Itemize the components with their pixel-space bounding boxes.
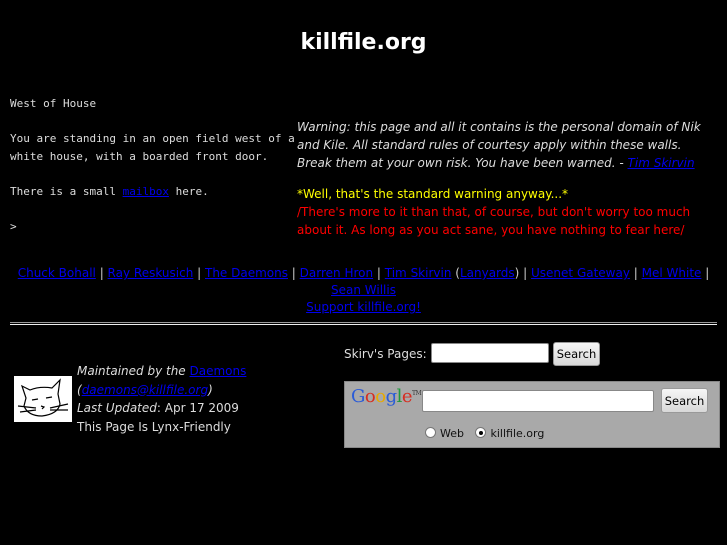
last-updated-value: : Apr 17 2009 — [156, 401, 239, 415]
divider — [10, 322, 717, 325]
people-links: Chuck Bohall | Ray Reskusich | The Daemo… — [17, 266, 710, 314]
skirv-search-input[interactable] — [431, 343, 549, 363]
lynx-note: This Page Is Lynx-Friendly — [77, 419, 231, 434]
command-prompt[interactable]: > — [10, 218, 295, 236]
google-search-button[interactable]: Search — [661, 388, 708, 413]
link-ray-reskusich[interactable]: Ray Reskusich — [108, 266, 194, 280]
google-search-input[interactable] — [422, 390, 654, 412]
skirv-search-button[interactable]: Search — [553, 342, 600, 366]
mailbox-link[interactable]: mailbox — [123, 185, 169, 198]
tim-skirvin-link[interactable]: Tim Skirvin — [628, 156, 695, 170]
radio-web[interactable] — [425, 427, 436, 438]
link-lanyards[interactable]: Lanyards — [460, 266, 515, 280]
link-usenet-gateway[interactable]: Usenet Gateway — [531, 266, 630, 280]
warning-text: Warning: this page and all it contains i… — [297, 120, 701, 170]
red-note: /There's more to it than that, of course… — [297, 205, 691, 237]
google-search-form: GoogleTM Search Web killfile.org — [344, 381, 720, 448]
room-name: West of House — [10, 97, 97, 110]
cat-logo-icon — [13, 375, 73, 423]
radio-killfile[interactable] — [475, 427, 487, 438]
page-title: killfile.org — [300, 30, 427, 55]
support-link[interactable]: Support killfile.org! — [306, 300, 421, 314]
link-tim-skirvin[interactable]: Tim Skirvin — [385, 266, 452, 280]
search-scope: Web killfile.org — [425, 427, 552, 440]
link-sean-willis[interactable]: Sean Willis — [331, 283, 396, 297]
link-mel-white[interactable]: Mel White — [642, 266, 702, 280]
email-link[interactable]: daemons@killfile.org — [82, 383, 208, 397]
link-the-daemons[interactable]: The Daemons — [205, 266, 288, 280]
yellow-note: *Well, that's the standard warning anywa… — [297, 187, 569, 201]
link-chuck-bohall[interactable]: Chuck Bohall — [18, 266, 96, 280]
skirv-search-label: Skirv's Pages: — [344, 347, 427, 361]
warning-panel: Warning: this page and all it contains i… — [297, 118, 717, 239]
last-updated-label: Last Updated — [77, 401, 157, 415]
maintainer-text: Maintained by the Daemons (daemons@killf… — [77, 362, 277, 436]
zork-panel: West of House You are standing in an ope… — [10, 95, 295, 253]
link-darren-hron[interactable]: Darren Hron — [300, 266, 373, 280]
mailbox-line: There is a small mailbox here. — [10, 184, 209, 198]
google-logo-icon: GoogleTM — [351, 386, 422, 407]
room-description: You are standing in an open field west o… — [10, 132, 295, 163]
daemons-link[interactable]: Daemons — [190, 364, 247, 378]
